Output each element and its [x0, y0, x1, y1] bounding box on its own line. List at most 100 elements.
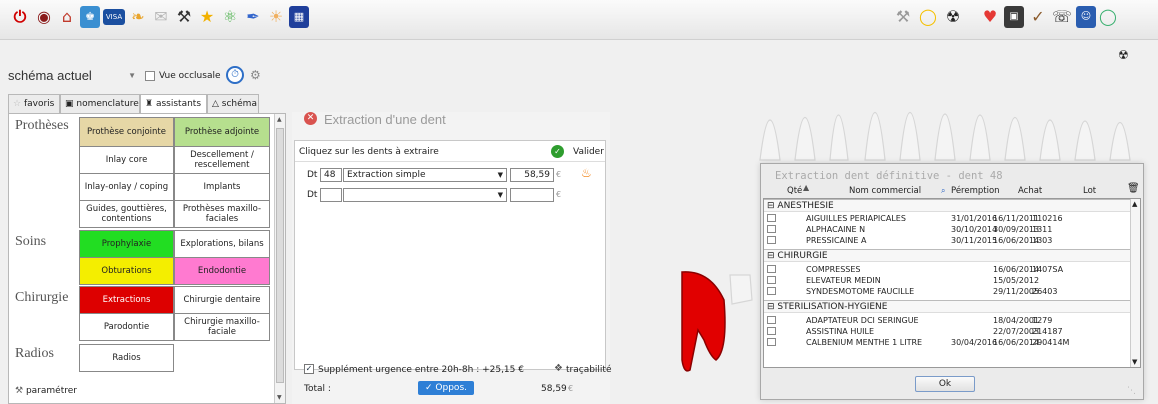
collapse-icon[interactable]: ⊟ [767, 201, 775, 211]
row-checkbox[interactable] [767, 276, 776, 284]
acte-select[interactable]: Extraction simple ▼ [343, 168, 507, 182]
parodontie-button[interactable]: Parodontie [79, 313, 174, 341]
prothese-conjointe-button[interactable]: Prothèse conjointe [79, 117, 174, 147]
tab-favoris[interactable]: ☆ favoris [8, 94, 60, 114]
scroll-up-icon[interactable]: ▲ [277, 116, 282, 123]
price-field[interactable]: 58,59 [510, 168, 554, 182]
credit-card-icon[interactable]: VISA [103, 9, 125, 25]
scroll-down-icon[interactable]: ▼ [1132, 358, 1137, 366]
group-header[interactable]: ⊟ ANESTHESIE [764, 199, 1132, 212]
table-row[interactable]: ASSISTINA HUILE 22/07/2003 214187 [764, 327, 1132, 337]
table-row[interactable]: PRESSICAINE A 30/11/2015 16/06/2014 1303 [764, 236, 1132, 246]
valider-button[interactable]: Valider [573, 147, 604, 157]
radiation-icon[interactable]: ☢ [943, 6, 963, 28]
tooth-number-field[interactable]: 48 [320, 168, 342, 182]
chirurgie-dentaire-button[interactable]: Chirurgie dentaire [174, 286, 270, 314]
tab-assistants[interactable]: ♜ assistants [140, 94, 207, 115]
scroll-thumb[interactable] [276, 128, 284, 383]
supplement-checkbox[interactable]: ✓ [304, 364, 314, 374]
extractions-button[interactable]: Extractions [79, 286, 174, 314]
power-icon[interactable]: ⏻ [10, 6, 30, 28]
settings-icon[interactable]: ⚙ [250, 68, 261, 82]
heart-icon[interactable]: ♥ [980, 6, 1000, 28]
table-row[interactable]: ADAPTATEUR DCI SERINGUE 18/04/2001 1279 [764, 316, 1132, 326]
table-row[interactable]: CALBENIUM MENTHE 1 LITRE 30/04/2016 16/06/… [764, 338, 1132, 348]
vue-occlusale-checkbox[interactable] [145, 71, 155, 81]
obturations-button[interactable]: Obturations [79, 257, 174, 285]
row-checkbox[interactable] [767, 287, 776, 295]
row-checkbox[interactable] [767, 316, 776, 324]
tracabilite-link[interactable]: traçabilité [566, 365, 612, 375]
ok-button[interactable]: Ok [915, 376, 975, 392]
home-icon[interactable]: ⌂ [57, 6, 77, 28]
table-row[interactable]: AIGUILLES PERIAPICALES 31/01/2016 16/11/20… [764, 214, 1132, 224]
tooth-number-field-2[interactable] [320, 188, 342, 202]
table-row[interactable]: ALPHACAINE N 30/10/2014 30/09/2013 1311 [764, 225, 1132, 235]
resize-grip-icon[interactable]: ⋱ [1127, 386, 1136, 396]
search-icon[interactable]: ⌕ [941, 186, 945, 196]
chirurgie-maxillo-faciale-button[interactable]: Chirurgie maxillo-faciale [174, 313, 270, 341]
col-peremption[interactable]: Péremption [951, 186, 1000, 196]
table-row[interactable]: SYNDESMOTOME FAUCILLE 29/11/2005 26403 [764, 287, 1132, 297]
clock-icon[interactable]: ⏱ [226, 66, 244, 84]
acte-select-2[interactable]: ▼ [343, 188, 507, 202]
binoculars-icon[interactable]: ◉ [34, 6, 54, 28]
pen-icon[interactable]: ✒ [243, 6, 263, 28]
phone-icon[interactable]: ☏ [1052, 6, 1072, 28]
inlay-onlay-button[interactable]: Inlay-onlay / coping [79, 173, 174, 201]
book-icon[interactable]: ▣ [1004, 6, 1024, 28]
trash-icon[interactable]: 🗑 [1127, 183, 1140, 194]
dental-probe-icon[interactable]: ✓ [1028, 6, 1048, 28]
left-panel-scrollbar[interactable]: ▲ ▼ [274, 114, 285, 403]
guides-button[interactable]: Guides, gouttières, contentions [79, 200, 174, 228]
collapse-icon[interactable]: ⊟ [767, 302, 775, 312]
prothese-adjointe-button[interactable]: Prothèse adjointe [174, 117, 270, 147]
group-header[interactable]: ⊟ CHIRURGIE [764, 249, 1132, 262]
oppos-button[interactable]: ✓ Oppos. [418, 381, 474, 395]
group-header[interactable]: ⊟ STERILISATION-HYGIENE [764, 300, 1132, 313]
protheses-maxillo-faciales-button[interactable]: Prothèses maxillo-faciales [174, 200, 270, 228]
close-icon[interactable]: ✕ [304, 112, 317, 125]
col-nom-commercial[interactable]: Nom commercial [849, 186, 921, 196]
check-icon[interactable]: ✓ [551, 145, 564, 158]
list-scrollbar[interactable]: ▲ ▼ [1130, 199, 1140, 367]
medication-icon[interactable]: ❧ [128, 6, 148, 28]
scroll-down-icon[interactable]: ▼ [277, 394, 282, 401]
table-row[interactable]: ELEVATEUR MEDIN 15/05/2012 [764, 276, 1132, 286]
tools-icon[interactable]: ⚒ [893, 6, 913, 28]
table-row[interactable]: COMPRESSES 16/06/2014 1407SA [764, 265, 1132, 275]
tooth-icon[interactable]: ◯ [1098, 6, 1118, 28]
row-checkbox[interactable] [767, 225, 776, 233]
price-field-2[interactable] [510, 188, 554, 202]
tab-schema[interactable]: △ schéma [207, 94, 259, 114]
inlay-core-button[interactable]: Inlay core [79, 146, 174, 174]
row-checkbox[interactable] [767, 265, 776, 273]
col-lot[interactable]: Lot [1083, 186, 1096, 196]
collapse-icon[interactable]: ⊟ [767, 251, 775, 261]
mail-icon[interactable]: ✉ [151, 6, 171, 28]
parametrer-link[interactable]: ⚒ paramétrer [15, 386, 77, 396]
row-checkbox[interactable] [767, 338, 776, 346]
contact-icon[interactable]: ☺ [1076, 6, 1096, 28]
tab-nomenclature[interactable]: ▣ nomenclature [60, 94, 140, 114]
calendar-icon[interactable]: ▦ [289, 6, 309, 28]
trophy-icon[interactable]: ★ [197, 6, 217, 28]
row-checkbox[interactable] [767, 214, 776, 222]
schema-select[interactable]: schéma actuel ▼ [8, 68, 136, 88]
col-qte[interactable]: Qté [787, 186, 802, 196]
surgery-icon[interactable]: ⚒ [174, 6, 194, 28]
row-checkbox[interactable] [767, 327, 776, 335]
col-achat[interactable]: Achat [1018, 186, 1042, 196]
prophylaxie-button[interactable]: Prophylaxie [79, 230, 174, 258]
explorations-button[interactable]: Explorations, bilans [174, 230, 270, 258]
fire-icon[interactable]: ♨ [581, 166, 592, 180]
chemistry-icon[interactable]: ⚛ [220, 6, 240, 28]
chat-bubble-icon[interactable]: ◯ [918, 6, 938, 28]
descellement-button[interactable]: Descellement / rescellement [174, 146, 270, 174]
patient-card-icon[interactable]: ♚ [80, 6, 100, 28]
implants-button[interactable]: Implants [174, 173, 270, 201]
endodontie-button[interactable]: Endodontie [174, 257, 270, 285]
row-checkbox[interactable] [767, 236, 776, 244]
radios-button[interactable]: Radios [79, 344, 174, 372]
sun-icon[interactable]: ☀ [266, 6, 286, 28]
